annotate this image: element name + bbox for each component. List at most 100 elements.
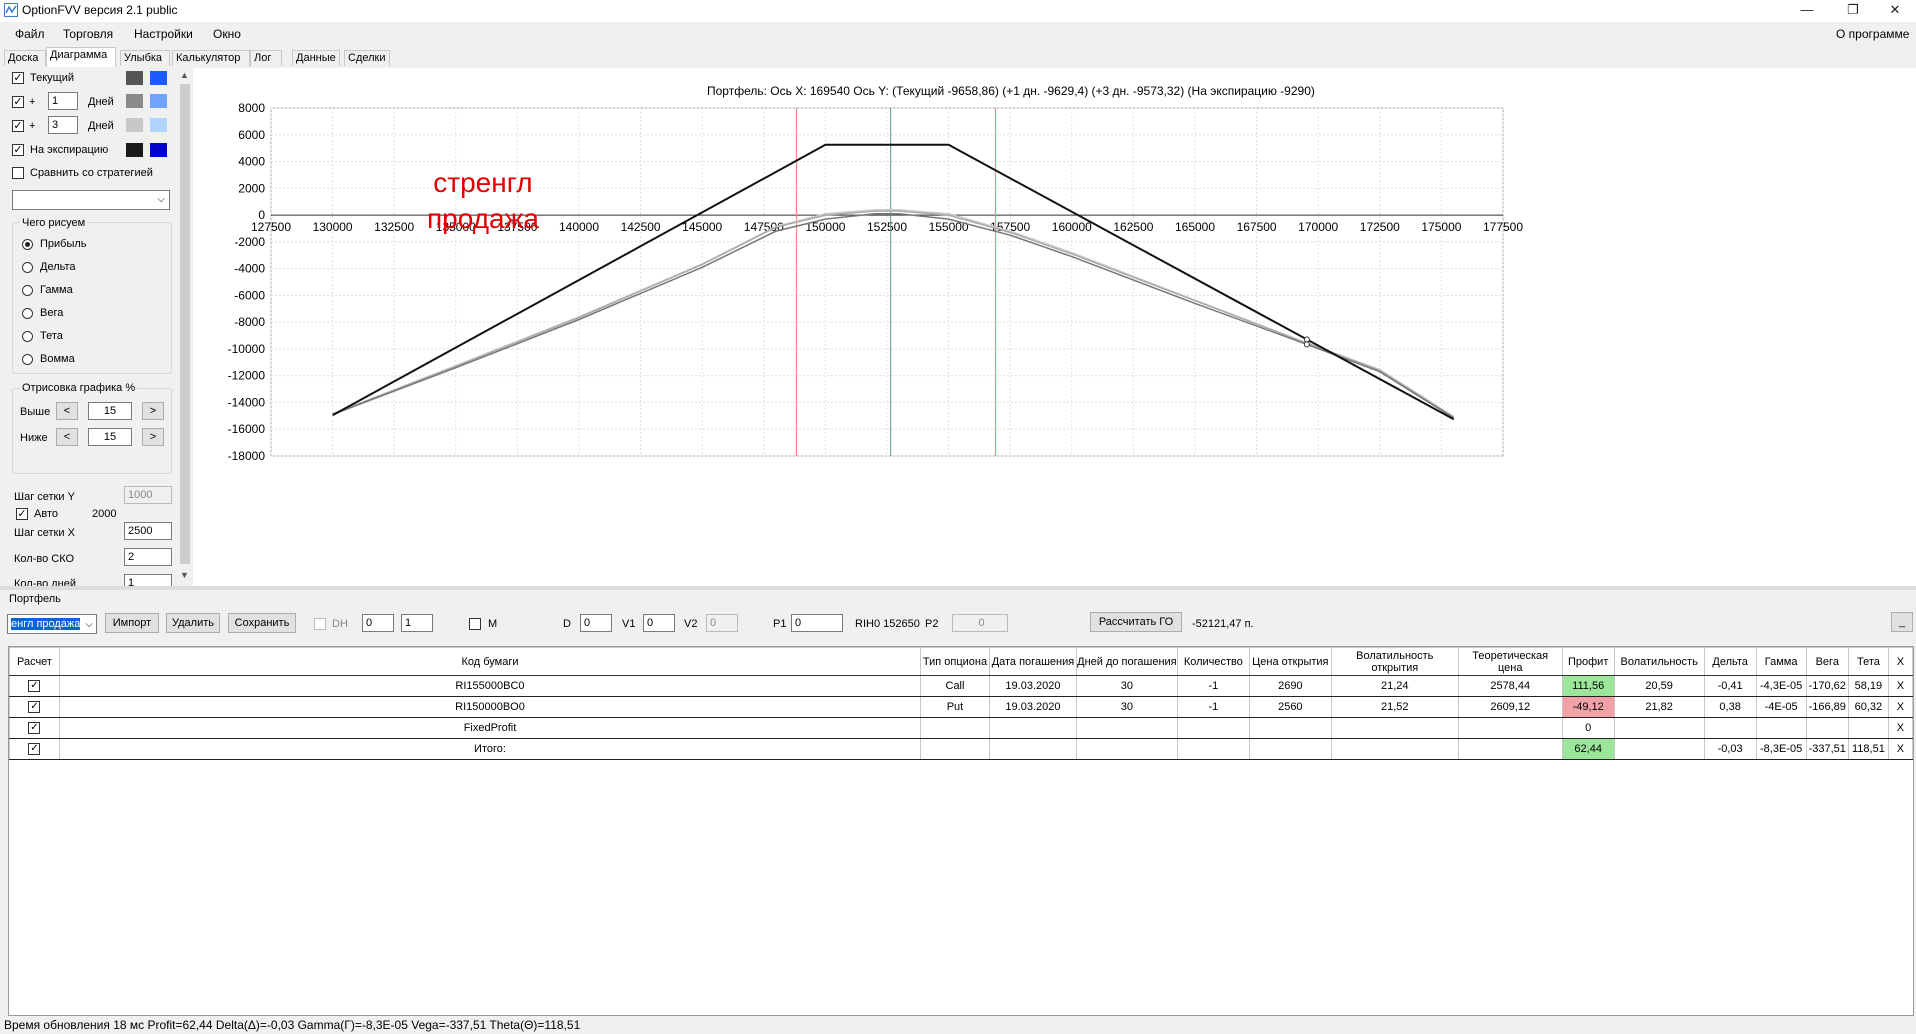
v2-input[interactable]: 0 [706,614,738,632]
current-color-swatch-alt[interactable] [150,71,167,85]
scroll-down-icon[interactable]: ▼ [180,570,189,580]
v1-input[interactable]: 0 [643,614,675,632]
menu-file[interactable]: Файл [15,27,45,41]
tab-diagram[interactable]: Диаграмма [46,47,116,67]
plus3-days-input[interactable]: 3 [48,116,78,134]
plus3-color-swatch[interactable] [126,118,143,132]
calc-checkbox-cell[interactable]: ✓ [9,696,60,718]
menu-settings[interactable]: Настройки [134,27,193,41]
radio-theta[interactable] [22,331,33,342]
expiry-color-swatch[interactable] [126,143,143,157]
column-header[interactable]: Дельта [1703,647,1757,676]
calc-checkbox[interactable]: ✓ [28,722,41,735]
dh-checkbox[interactable] [314,618,326,630]
calc-checkbox-cell[interactable]: ✓ [9,738,60,760]
table-row[interactable]: ✓ RI155000BC0 Call 19.03.2020 30 -1 2690 21,24 2… [9,675,1913,697]
days-count-input[interactable]: 1 [124,574,172,586]
radio-gamma[interactable] [22,285,33,296]
plus1-days-input[interactable]: 1 [48,92,78,110]
radio-vega[interactable] [22,308,33,319]
plus1-checkbox[interactable]: ✓ [12,96,24,108]
remove-row-button[interactable]: X [1887,738,1913,760]
auto-checkbox[interactable]: ✓ [16,508,28,520]
plus3-checkbox[interactable]: ✓ [12,120,24,132]
column-header[interactable]: Профит [1561,647,1615,676]
plus1-color-swatch[interactable] [126,94,143,108]
import-button[interactable]: Импорт [105,613,159,633]
column-header[interactable]: Количество [1176,647,1250,676]
restore-button[interactable]: ❐ [1830,0,1876,22]
tab-board[interactable]: Доска [4,50,46,66]
grid-x-input[interactable]: 2500 [124,522,172,540]
tab-data[interactable]: Данные [292,50,340,66]
portfolio-select[interactable]: енгл продажа ⌵ [7,614,97,634]
menu-window[interactable]: Окно [213,27,241,41]
calc-checkbox-cell[interactable]: ✓ [9,717,60,739]
table-row[interactable]: ✓ FixedProfit 0 X [9,717,1913,739]
column-header[interactable]: Расчет [9,647,60,676]
table-row[interactable]: ✓ RI150000BO0 Put 19.03.2020 30 -1 2560 21,52 26… [9,696,1913,718]
radio-vomma[interactable] [22,354,33,365]
remove-row-button[interactable]: X [1887,675,1913,697]
current-checkbox[interactable]: ✓ [12,72,24,84]
column-header[interactable]: Волатильность открытия [1330,647,1459,676]
strategy-select[interactable]: ⌵ [12,190,170,210]
delete-button[interactable]: Удалить [166,613,220,633]
compare-checkbox[interactable] [12,167,24,179]
above-increase-button[interactable]: > [142,402,164,420]
radio-profit[interactable] [22,239,33,250]
p2-input[interactable]: 0 [952,614,1008,632]
column-header[interactable]: Волатильность [1613,647,1705,676]
p1-input[interactable]: 0 [791,614,843,632]
tab-smile[interactable]: Улыбка [120,50,170,66]
column-header[interactable]: Тета [1847,647,1889,676]
calc-checkbox[interactable]: ✓ [28,743,41,756]
plus1-color-swatch-alt[interactable] [150,94,167,108]
menu-trade[interactable]: Торговля [63,27,113,41]
remove-row-button[interactable]: X [1887,717,1913,739]
radio-delta[interactable] [22,262,33,273]
m-checkbox[interactable] [469,618,481,630]
calc-checkbox-cell[interactable]: ✓ [9,675,60,697]
column-header[interactable]: Тип опциона [920,647,990,676]
save-button[interactable]: Сохранить [228,613,296,633]
calc-checkbox[interactable]: ✓ [28,680,41,693]
menu-about[interactable]: О программе [1836,27,1909,41]
d-input[interactable]: 0 [580,614,612,632]
dh-spinner-2[interactable]: 1 [401,614,433,632]
plus3-color-swatch-alt[interactable] [150,118,167,132]
column-header[interactable]: Дата погашения [988,647,1077,676]
settings-scroll-thumb[interactable] [180,84,190,564]
column-header[interactable]: X [1887,647,1913,676]
calculate-go-button[interactable]: Рассчитать ГО [1090,612,1182,632]
above-decrease-button[interactable]: < [56,402,78,420]
expiry-checkbox[interactable]: ✓ [12,144,24,156]
tab-log[interactable]: Лог [250,50,282,66]
column-header[interactable]: Код бумаги [58,647,922,676]
below-increase-button[interactable]: > [142,428,164,446]
table-row[interactable]: ✓ Итого: 62,44 -0,03 -8,3E-05 -337,51 118,51 X [9,738,1913,760]
collapse-button[interactable]: _ [1891,612,1913,632]
below-input[interactable]: 15 [88,428,132,446]
current-color-swatch[interactable] [126,71,143,85]
close-button[interactable]: ✕ [1872,0,1916,22]
column-header[interactable]: Гамма [1755,647,1807,676]
tab-calculator[interactable]: Калькулятор [172,50,250,66]
tab-deals[interactable]: Сделки [344,50,390,66]
sko-input[interactable]: 2 [124,548,172,566]
dh-spinner-1[interactable]: 0 [362,614,394,632]
grid-y-input[interactable]: 1000 [124,486,172,504]
column-header[interactable]: Дней до погашения [1075,647,1178,676]
remove-row-button[interactable]: X [1887,696,1913,718]
scroll-up-icon[interactable]: ▲ [180,70,189,80]
expiry-color-swatch-alt[interactable] [150,143,167,157]
minimize-button[interactable]: — [1784,0,1830,22]
panel-splitter[interactable] [0,586,1916,590]
days-count-label: Кол-во дней [14,578,77,586]
below-decrease-button[interactable]: < [56,428,78,446]
calc-checkbox[interactable]: ✓ [28,701,41,714]
column-header[interactable]: Теоретическая цена [1457,647,1563,676]
column-header[interactable]: Вега [1805,647,1849,676]
column-header[interactable]: Цена открытия [1248,647,1332,676]
above-input[interactable]: 15 [88,402,132,420]
